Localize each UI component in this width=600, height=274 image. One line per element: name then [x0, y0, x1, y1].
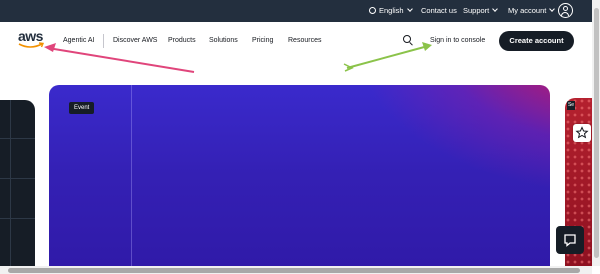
- hero-banner[interactable]: Event: [49, 85, 550, 266]
- chevron-down-icon: [406, 6, 413, 12]
- contact-us-link[interactable]: Contact us: [421, 0, 457, 22]
- my-account-label: My account: [508, 6, 547, 15]
- main-nav: aws Agentic AI Discover AWS Products Sol…: [0, 22, 592, 61]
- star-icon: [575, 126, 589, 139]
- vertical-scrollbar-thumb[interactable]: [593, 8, 599, 258]
- language-selector[interactable]: English: [369, 0, 413, 22]
- horizontal-scrollbar-thumb[interactable]: [8, 267, 580, 273]
- grid-line: [0, 178, 35, 179]
- my-account-menu[interactable]: My account: [508, 0, 556, 22]
- support-menu[interactable]: Support: [463, 0, 499, 22]
- user-avatar-icon[interactable]: [558, 3, 573, 18]
- create-account-button[interactable]: Create account: [499, 31, 574, 51]
- search-icon[interactable]: [403, 35, 413, 45]
- chat-icon: [564, 234, 576, 247]
- sign-in-to-console-link[interactable]: Sign in to console: [430, 22, 485, 60]
- nav-link-products[interactable]: Products: [168, 22, 196, 60]
- chat-button[interactable]: [556, 226, 584, 254]
- aws-smile-icon: [18, 42, 45, 48]
- globe-icon: [369, 6, 376, 14]
- carousel-card-prev[interactable]: [0, 100, 35, 266]
- nav-link-discover-aws[interactable]: Discover AWS: [113, 22, 157, 60]
- horizontal-scrollbar[interactable]: [0, 266, 592, 274]
- nav-link-pricing[interactable]: Pricing: [252, 22, 273, 60]
- event-badge: Event: [69, 102, 95, 114]
- nav-link-solutions[interactable]: Solutions: [209, 22, 238, 60]
- chevron-down-icon: [549, 6, 556, 12]
- grid-line: [0, 218, 35, 219]
- chevron-down-icon: [492, 6, 499, 12]
- next-card-badge: Se: [567, 101, 575, 110]
- favorite-button[interactable]: [573, 124, 591, 142]
- nav-divider: [103, 34, 104, 48]
- support-label: Support: [463, 6, 490, 15]
- grid-line: [10, 100, 11, 266]
- top-utility-bar: English Contact us Support My account: [0, 0, 592, 22]
- hero-divider-line: [131, 85, 132, 266]
- nav-link-resources[interactable]: Resources: [288, 22, 321, 60]
- nav-link-agentic-ai[interactable]: Agentic AI: [63, 22, 95, 60]
- vertical-scrollbar[interactable]: [592, 0, 600, 266]
- language-label: English: [379, 6, 404, 15]
- aws-logo[interactable]: aws: [18, 28, 48, 50]
- grid-line: [0, 138, 35, 139]
- page-content: Event Se: [0, 60, 592, 266]
